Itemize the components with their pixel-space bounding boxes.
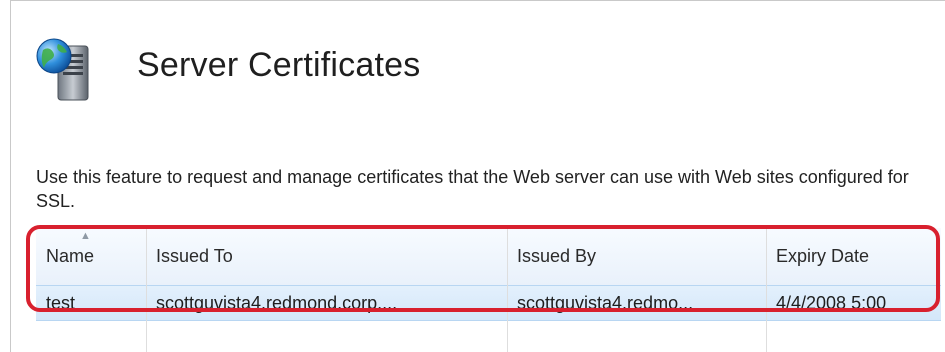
column-header-issued-by[interactable]: Issued By (507, 228, 766, 285)
certificates-list[interactable]: ▲ Name Issued To Issued By Expiry Date t… (36, 228, 941, 352)
cell-issued-to: scottguvista4.redmond.corp.... (156, 293, 398, 313)
column-header-name[interactable]: ▲ Name (36, 228, 146, 285)
server-globe-icon (36, 38, 89, 101)
cell-issued-by: scottguvista4.redmo... (517, 293, 694, 313)
column-header-label: Issued By (517, 246, 597, 266)
list-header: ▲ Name Issued To Issued By Expiry Date (36, 228, 941, 286)
column-header-issued-to[interactable]: Issued To (146, 228, 507, 285)
table-row[interactable]: test scottguvista4.redmond.corp.... scot… (36, 285, 941, 321)
sort-ascending-icon: ▲ (80, 230, 91, 242)
feature-description: Use this feature to request and manage c… (36, 167, 909, 211)
cell-name: test (46, 293, 76, 313)
page-title: Server Certificates (137, 46, 421, 84)
column-header-label: Issued To (156, 246, 233, 266)
cell-expiry-date: 4/4/2008 5:00 (776, 293, 887, 313)
column-header-label: Expiry Date (776, 246, 870, 266)
column-header-expiry-date[interactable]: Expiry Date (766, 228, 941, 285)
column-header-label: Name (46, 246, 95, 266)
